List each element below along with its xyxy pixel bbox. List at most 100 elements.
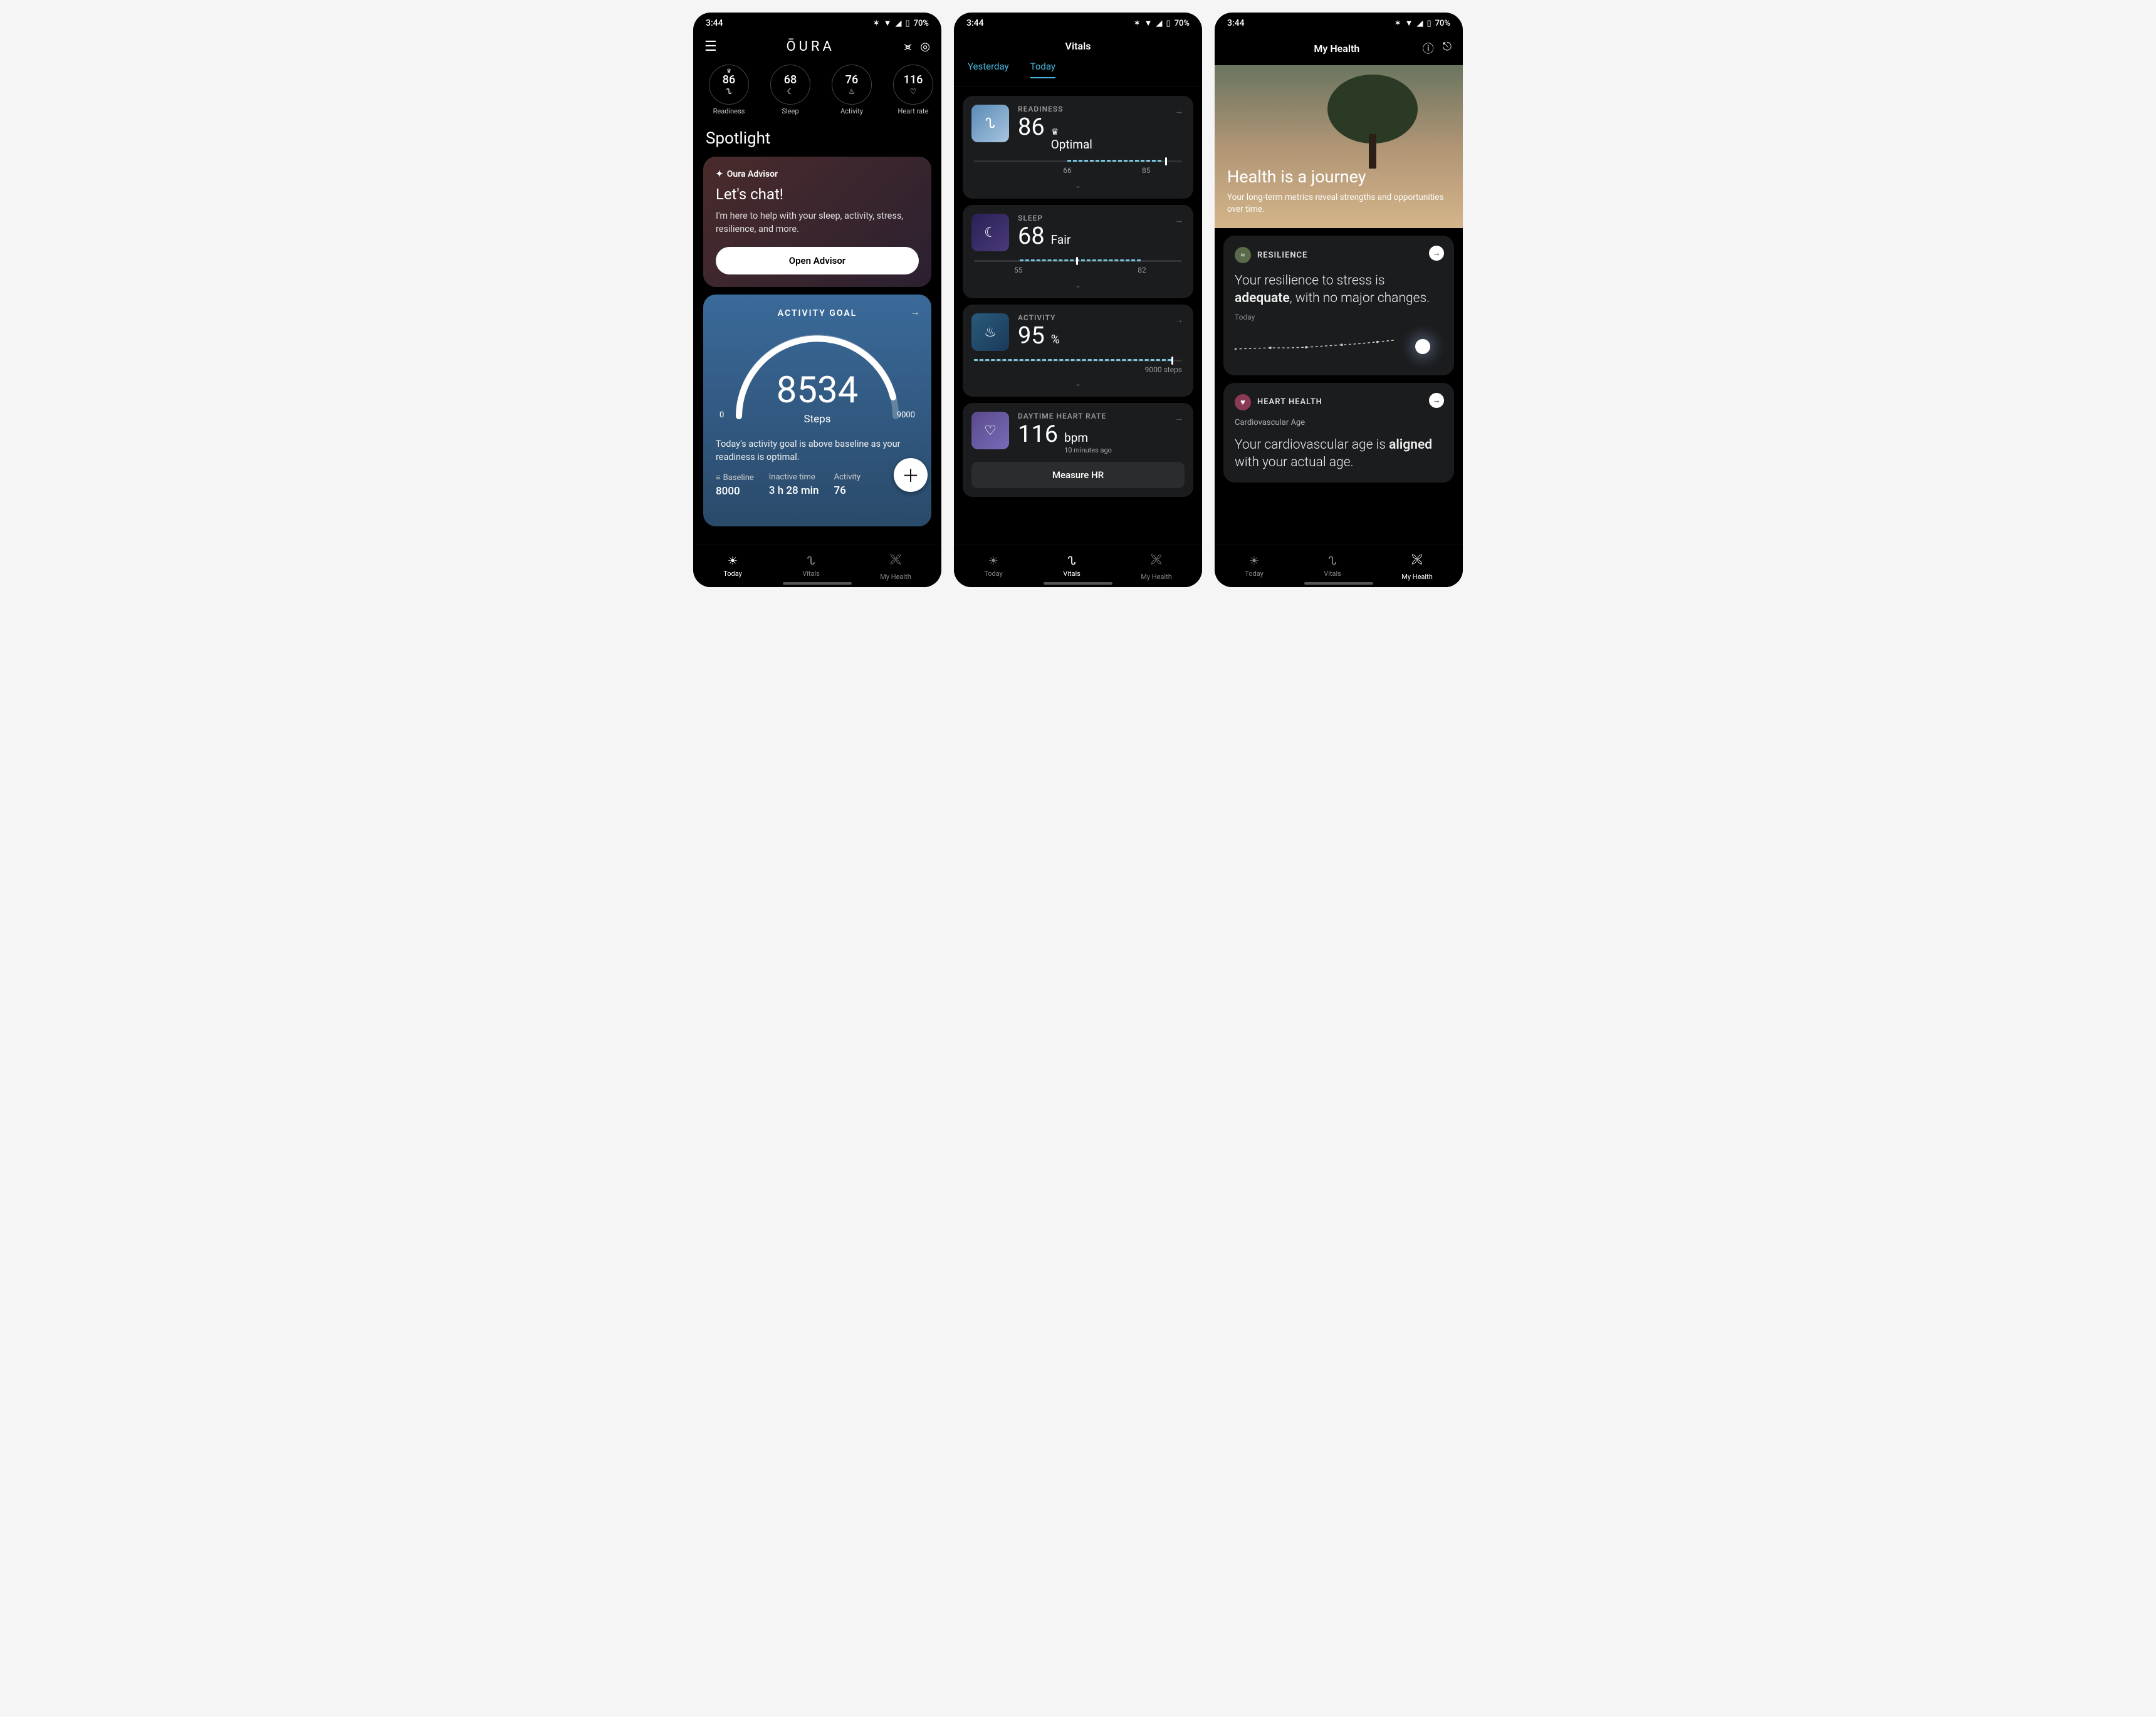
activity-stats: ≡Baseline 8000 Inactive time 3 h 28 min …: [716, 472, 919, 498]
tab-today[interactable]: ☀Today: [723, 555, 742, 578]
bluetooth-icon: ✶: [1395, 19, 1401, 28]
info-icon[interactable]: ⓘ: [1423, 40, 1434, 56]
readiness-status: Optimal: [1051, 137, 1092, 152]
share-icon[interactable]: ⪤: [904, 40, 912, 53]
resilience-card[interactable]: → ≈ RESILIENCE Your resilience to stress…: [1223, 236, 1454, 375]
tree-icon: 🙪: [1151, 552, 1162, 571]
menu-icon[interactable]: ☰: [704, 39, 717, 55]
score-rings-row[interactable]: ♛86ᔐ Readiness 68☾ Sleep 76♨ Activity 11…: [693, 62, 941, 122]
status-bar: 3:44 ✶ ▼ ◢ ▯ 70%: [1215, 13, 1463, 34]
tab-yesterday[interactable]: Yesterday: [968, 61, 1009, 78]
spotlight-heading: Spotlight: [693, 122, 941, 153]
chevron-right-icon: →: [1175, 215, 1183, 226]
brand-logo: ŌURA: [787, 39, 835, 55]
heart-text: Your cardiovascular age is aligned with …: [1235, 436, 1443, 472]
battery-icon: ▯: [1166, 19, 1170, 28]
resilience-text: Your resilience to stress is adequate, w…: [1235, 272, 1443, 308]
heart-health-card[interactable]: → ♥ HEART HEALTH Cardiovascular Age Your…: [1223, 383, 1454, 483]
crown-icon: ♛: [1051, 127, 1059, 137]
vitals-screen: 3:44 ✶ ▼ ◢ ▯ 70% Vitals Yesterday Today …: [954, 13, 1202, 587]
expand-chevron-icon[interactable]: ⌄: [971, 176, 1185, 190]
flame-icon: ♨: [849, 87, 856, 96]
resilience-sparkline: [1235, 333, 1443, 364]
hero-title: Health is a journey: [1227, 167, 1450, 187]
vitals-content: Vitals Yesterday Today → ᔐ READINESS 86 …: [954, 34, 1202, 545]
ring-readiness[interactable]: ♛86ᔐ Readiness: [701, 65, 757, 115]
activity-goal-title: ACTIVITY GOAL: [716, 308, 919, 318]
chevron-right-icon: →: [1175, 106, 1183, 117]
resilience-timeframe: Today: [1235, 313, 1443, 321]
status-bar: 3:44 ✶ ▼ ◢ ▯ 70%: [693, 13, 941, 34]
activity-goal-card[interactable]: → ACTIVITY GOAL 8534 Steps 0 9000 Today'…: [703, 295, 931, 526]
today-content: ☰ ŌURA ⪤ ◎ ♛86ᔐ Readiness 68☾ Sleep 76♨ …: [693, 34, 941, 545]
tab-vitals[interactable]: ᔐVitals: [1324, 555, 1341, 578]
advisor-headline: Let's chat!: [716, 185, 919, 203]
arrow-right-icon: →: [1429, 393, 1444, 408]
activity-card[interactable]: → ♨ ACTIVITY 95 % 9000 steps: [963, 305, 1193, 397]
wifi-icon: ▼: [884, 18, 892, 28]
ring-heart-rate[interactable]: 116♡ Heart rate: [885, 65, 941, 115]
clock: 3:44: [966, 18, 984, 28]
chevron-right-icon: →: [1175, 315, 1183, 325]
ring-sleep[interactable]: 68☾ Sleep: [762, 65, 819, 115]
myhealth-title: My Health: [1251, 43, 1423, 55]
bottom-nav: ☀Today ᔐVitals 🙪My Health: [1215, 545, 1463, 587]
activity-goal-label: 9000 steps: [974, 365, 1182, 374]
heart-timestamp: 10 minutes ago: [1064, 446, 1112, 454]
tab-today[interactable]: ☀Today: [1245, 555, 1264, 578]
readiness-score: 86: [1018, 113, 1045, 141]
ring-activity[interactable]: 76♨ Activity: [824, 65, 880, 115]
heart-rate-card[interactable]: → ♡ DAYTIME HEART RATE 116 bpm 10 minute…: [963, 403, 1193, 497]
today-screen: 3:44 ✶ ▼ ◢ ▯ 70% ☰ ŌURA ⪤ ◎ ♛86ᔐ Readine…: [693, 13, 941, 587]
expand-chevron-icon[interactable]: ⌄: [971, 276, 1185, 290]
activity-thumb: ♨: [971, 313, 1009, 351]
heart-thumb: ♡: [971, 412, 1009, 449]
sprout-icon: ᔐ: [1329, 555, 1337, 568]
tab-today[interactable]: ☀Today: [984, 555, 1003, 578]
hero-banner: Health is a journey Your long-term metri…: [1215, 65, 1463, 228]
sun-icon: ☀: [1249, 555, 1259, 568]
sprout-icon: ᔐ: [1068, 555, 1076, 568]
bluetooth-icon: ✶: [873, 19, 880, 28]
arrow-right-icon: →: [1429, 246, 1444, 261]
sleep-range: [974, 260, 1182, 262]
activity-commentary: Today's activity goal is above baseline …: [716, 437, 919, 464]
activity-gauge: [726, 328, 908, 419]
status-bar: 3:44 ✶ ▼ ◢ ▯ 70%: [954, 13, 1202, 34]
readiness-card[interactable]: → ᔐ READINESS 86 ♛ Optimal: [963, 96, 1193, 199]
add-fab-button[interactable]: ＋: [894, 458, 928, 492]
wifi-icon: ▼: [1144, 18, 1153, 28]
home-indicator[interactable]: [1304, 582, 1373, 585]
advisor-card[interactable]: ✦Oura Advisor Let's chat! I'm here to he…: [703, 157, 931, 287]
readiness-thumb: ᔐ: [971, 105, 1009, 142]
sleep-thumb: ☾: [971, 214, 1009, 251]
sun-icon: ☀: [728, 555, 738, 568]
clock: 3:44: [1227, 18, 1245, 28]
open-advisor-button[interactable]: Open Advisor: [716, 247, 919, 274]
tab-myhealth[interactable]: 🙪My Health: [880, 552, 911, 581]
home-indicator[interactable]: [1044, 582, 1112, 585]
sparkline-current-dot: [1415, 339, 1430, 354]
heart-health-icon: ♥: [1235, 394, 1251, 410]
tab-myhealth[interactable]: 🙪My Health: [1401, 552, 1433, 581]
heart-value: 116: [1018, 420, 1058, 448]
heart-subheading: Cardiovascular Age: [1235, 418, 1443, 427]
chevron-right-icon: →: [910, 306, 920, 318]
tree-icon: 🙪: [890, 552, 901, 571]
tab-vitals[interactable]: ᔐVitals: [1063, 555, 1081, 578]
profile-icon[interactable]: ⎋: [1443, 40, 1452, 56]
tab-vitals[interactable]: ᔐVitals: [802, 555, 820, 578]
advisor-desc: I'm here to help with your sleep, activi…: [716, 209, 919, 236]
tab-today-vitals[interactable]: Today: [1030, 61, 1055, 78]
ring-icon[interactable]: ◎: [920, 40, 930, 53]
signal-icon: ◢: [1156, 19, 1162, 28]
expand-chevron-icon[interactable]: ⌄: [971, 374, 1185, 388]
measure-hr-button[interactable]: Measure HR: [971, 462, 1185, 488]
home-indicator[interactable]: [783, 582, 852, 585]
status-icons: ✶ ▼ ◢ ▯ 70%: [1134, 18, 1190, 28]
bottom-nav: ☀Today ᔐVitals 🙪My Health: [954, 545, 1202, 587]
battery-pct: 70%: [914, 19, 929, 28]
sleep-card[interactable]: → ☾ SLEEP 68 Fair 55: [963, 205, 1193, 298]
bluetooth-icon: ✶: [1134, 19, 1141, 28]
tab-myhealth[interactable]: 🙪My Health: [1141, 552, 1172, 581]
